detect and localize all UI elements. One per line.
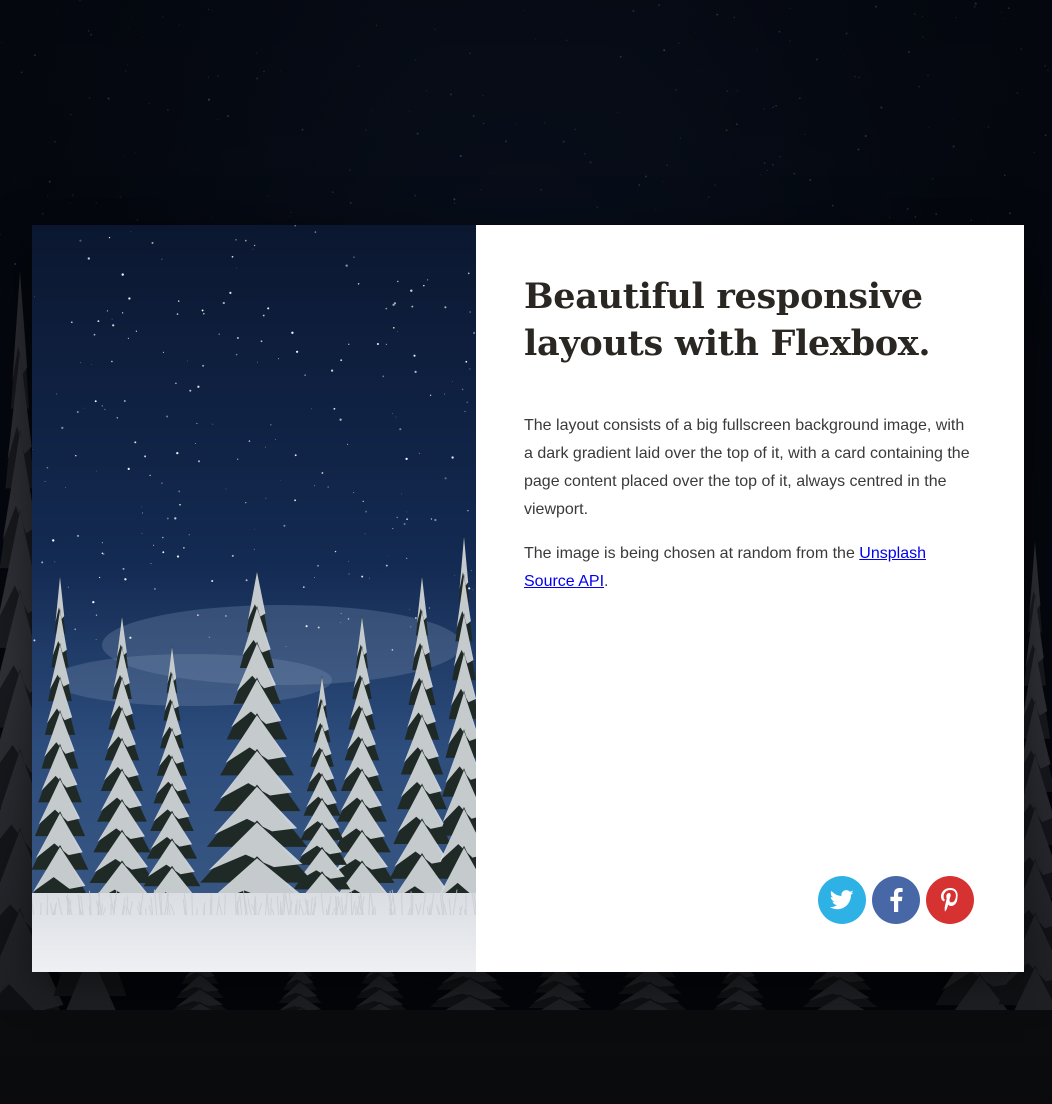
twitter-share-button[interactable] — [818, 876, 866, 924]
card-paragraph-source-text: The image is being chosen at random from… — [524, 545, 860, 562]
card-paragraph-source: The image is being chosen at random from… — [524, 540, 976, 596]
social-buttons — [818, 876, 974, 924]
card-forest-photo — [32, 225, 476, 972]
twitter-icon — [830, 890, 854, 910]
card-title: Beautiful responsive layouts with Flexbo… — [524, 276, 931, 364]
card-paragraph-description: The layout consists of a big fullscreen … — [524, 417, 970, 518]
card-image — [32, 225, 476, 972]
facebook-share-button[interactable] — [872, 876, 920, 924]
content-card: Beautiful responsive layouts with Flexbo… — [32, 225, 1024, 972]
card-paragraph-source-end: . — [604, 573, 609, 590]
pinterest-share-button[interactable] — [926, 876, 974, 924]
facebook-icon — [890, 888, 903, 912]
card-content: Beautiful responsive layouts with Flexbo… — [476, 225, 1024, 972]
pinterest-icon — [941, 888, 958, 912]
